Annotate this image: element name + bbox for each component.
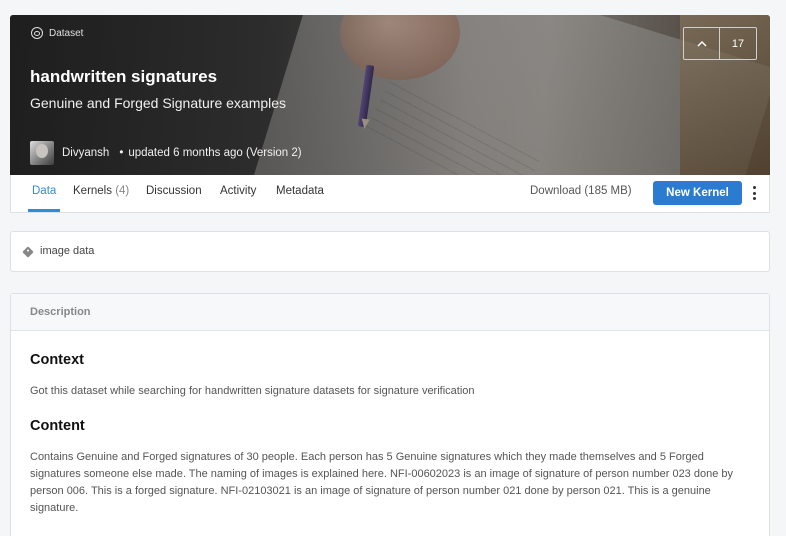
content-heading: Content bbox=[30, 418, 85, 434]
tab-data[interactable]: Data bbox=[32, 185, 56, 197]
tab-label: Activity bbox=[220, 185, 257, 197]
updated-text: updated 6 months ago (Version 2) bbox=[128, 147, 302, 159]
dataset-subtitle: Genuine and Forged Signature examples bbox=[30, 95, 287, 111]
dataset-type-label: Dataset bbox=[49, 27, 84, 39]
dataset-title: handwritten signatures bbox=[30, 67, 218, 86]
download-link[interactable]: Download (185 MB) bbox=[530, 185, 632, 197]
author-name[interactable]: Divyansh bbox=[62, 147, 109, 159]
tab-activity[interactable]: Activity bbox=[220, 185, 256, 197]
dataset-header: Dataset handwritten signatures Genuine a… bbox=[10, 15, 770, 175]
description-header: Description bbox=[11, 294, 769, 331]
tab-count: (4) bbox=[115, 185, 130, 197]
context-heading: Context bbox=[30, 352, 84, 368]
context-text: Got this dataset while searching for han… bbox=[30, 385, 475, 397]
tab-label: Kernels bbox=[73, 185, 112, 197]
description-card: Description Context Got this dataset whi… bbox=[10, 293, 770, 536]
dataset-icon bbox=[31, 27, 43, 39]
tab-label: Discussion bbox=[146, 185, 202, 197]
vote-count: 17 bbox=[731, 37, 745, 50]
upvote-button[interactable] bbox=[684, 28, 720, 59]
dataset-tabs: Data Kernels (4) Discussion Activity Met… bbox=[10, 175, 770, 213]
dataset-type: Dataset bbox=[31, 27, 83, 39]
tab-kernels[interactable]: Kernels (4) bbox=[73, 185, 129, 197]
tag-image-data[interactable]: image data bbox=[40, 245, 94, 257]
tab-discussion[interactable]: Discussion bbox=[146, 185, 202, 197]
more-options-icon[interactable] bbox=[753, 186, 757, 200]
author-avatar[interactable] bbox=[30, 141, 54, 165]
dataset-meta: Divyansh • updated 6 months ago (Version… bbox=[30, 141, 302, 165]
meta-separator: • bbox=[119, 147, 124, 159]
new-kernel-button[interactable]: New Kernel bbox=[653, 181, 742, 205]
tags-bar: image data bbox=[10, 231, 770, 272]
tab-metadata[interactable]: Metadata bbox=[276, 185, 324, 197]
tab-label: Metadata bbox=[276, 185, 324, 197]
chevron-up-icon bbox=[696, 40, 707, 47]
vote-widget: 17 bbox=[683, 27, 757, 60]
tag-icon bbox=[22, 246, 34, 258]
content-text: Contains Genuine and Forged signatures o… bbox=[30, 451, 734, 514]
description-header-label: Description bbox=[30, 306, 91, 318]
tab-label: Data bbox=[32, 185, 57, 197]
active-tab-indicator bbox=[28, 209, 60, 212]
